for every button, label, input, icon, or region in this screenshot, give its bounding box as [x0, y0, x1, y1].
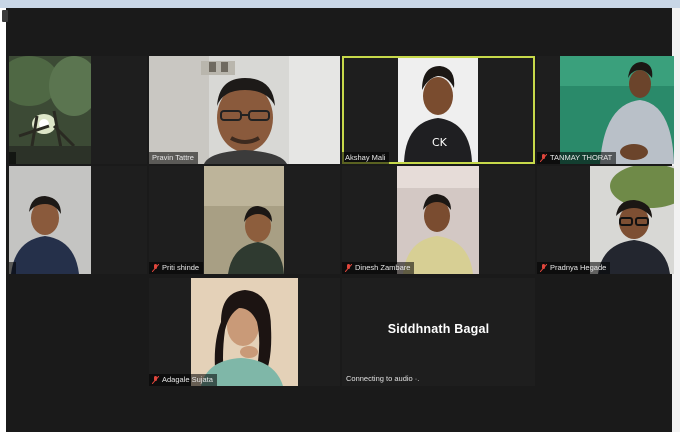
participant-video	[9, 166, 91, 274]
mic-muted-icon	[345, 264, 352, 272]
participant-tile-8[interactable]: Pradnya Hegade	[537, 166, 674, 274]
mic-muted-icon	[540, 154, 547, 162]
participant-video	[191, 278, 298, 386]
participant-name-label	[9, 152, 16, 164]
audio-connecting-status: Connecting to audio ·.	[346, 374, 420, 383]
participant-video	[560, 56, 674, 164]
participant-tile-3[interactable]: CK Akshay Mali	[342, 56, 535, 164]
participant-video	[9, 56, 91, 164]
participant-name-label	[9, 262, 16, 274]
participant-tile-7[interactable]: Dinesh Zambare	[342, 166, 535, 274]
participant-name-label: Akshay Mali	[342, 152, 390, 164]
participant-tile-5[interactable]	[9, 166, 147, 274]
participant-name-label: Pravin Tattre	[149, 152, 198, 164]
participant-tile-4[interactable]: TANMAY THORAT	[537, 56, 674, 164]
participant-tile-2[interactable]: Pravin Tattre	[149, 56, 340, 164]
participant-name-label: Adagale Sujata	[149, 374, 217, 386]
participant-name-label: Dinesh Zambare	[342, 262, 415, 274]
participant-tile-9[interactable]: Adagale Sujata	[149, 278, 340, 386]
participant-name-label: TANMAY THORAT	[537, 152, 617, 164]
mic-muted-icon	[152, 376, 159, 384]
participant-name-label: Priti shinde	[149, 262, 204, 274]
svg-text:CK: CK	[432, 136, 448, 149]
participant-tile-1[interactable]	[9, 56, 147, 164]
title-strip	[0, 0, 680, 8]
participant-tile-10[interactable]: Siddhnath Bagal Connecting to audio ·.	[342, 278, 535, 386]
participant-video	[204, 166, 284, 274]
window-corner-icon	[2, 10, 8, 22]
participant-name-center: Siddhnath Bagal	[387, 322, 490, 336]
participant-video	[590, 166, 674, 274]
participant-name-label: Pradnya Hegade	[537, 262, 611, 274]
participant-tile-6[interactable]: Priti shinde	[149, 166, 340, 274]
participant-video	[397, 166, 479, 274]
participant-video: CK	[398, 58, 478, 162]
mic-muted-icon	[540, 264, 547, 272]
mic-muted-icon	[152, 264, 159, 272]
participant-video	[149, 56, 340, 164]
